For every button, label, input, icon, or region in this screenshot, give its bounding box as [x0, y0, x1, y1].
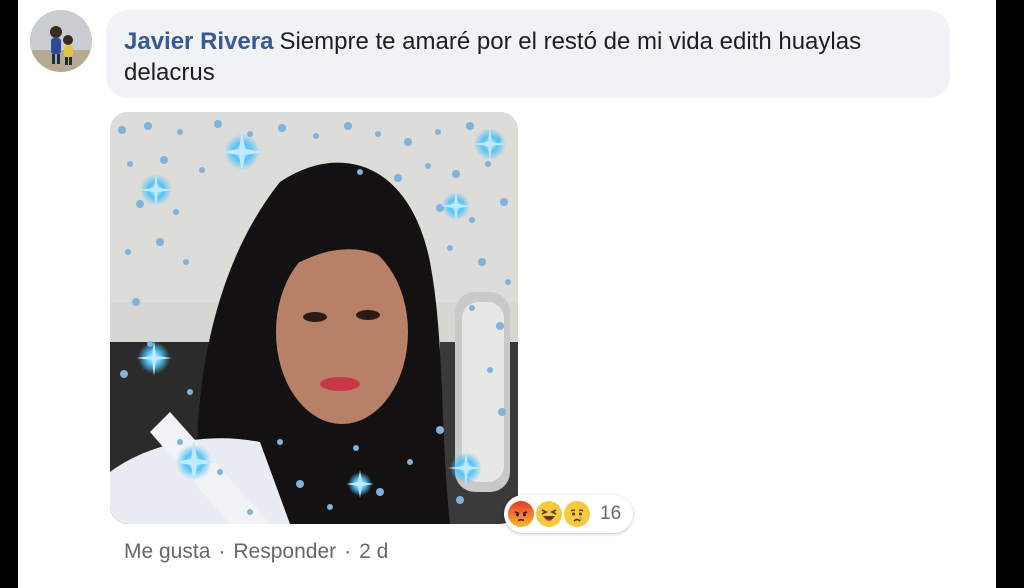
comment-photo[interactable]	[110, 112, 518, 524]
reaction-count: 16	[600, 503, 622, 524]
separator: ·	[218, 540, 226, 563]
separator: ·	[344, 540, 352, 563]
reply-link[interactable]: Responder	[233, 540, 336, 564]
comment-panel: Javier Rivera Siempre te amaré por el res…	[18, 0, 996, 588]
comment-timestamp[interactable]: 2 d	[359, 540, 388, 564]
angry-icon	[508, 501, 534, 527]
haha-icon	[536, 501, 562, 527]
comment-author-name[interactable]: Javier Rivera	[124, 28, 273, 55]
sad-icon	[564, 501, 590, 527]
comment-actions: Me gusta · Responder · 2 d	[124, 540, 388, 564]
author-avatar[interactable]	[30, 10, 92, 72]
reaction-summary[interactable]: 16	[504, 495, 634, 533]
comment-bubble: Javier Rivera Siempre te amaré por el res…	[106, 10, 950, 98]
like-link[interactable]: Me gusta	[124, 540, 210, 564]
